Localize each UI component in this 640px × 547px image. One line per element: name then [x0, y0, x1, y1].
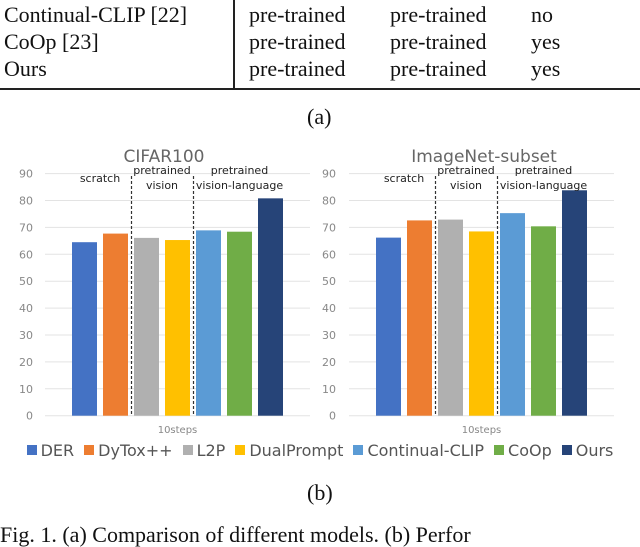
table-row-method: CoOp [23] [4, 29, 99, 54]
legend-swatch [235, 445, 246, 455]
legend-item-coop: CoOp [494, 441, 552, 460]
chart-legend: DER DyTox++ L2P DualPrompt Continual-CLIP CoO… [0, 441, 640, 460]
y-tick-label: 70 [19, 221, 33, 234]
y-tick-label: 60 [322, 248, 336, 261]
y-tick-label: 80 [322, 195, 336, 208]
table-cell: pre-trained [390, 56, 487, 81]
y-tick-label: 60 [19, 248, 33, 261]
bar-coop [531, 226, 556, 416]
table-cell: pre-trained [390, 29, 487, 54]
table-cell: yes [531, 56, 561, 81]
chart-cifar100: CIFAR1000102030405060708090 scratchpretra… [19, 147, 310, 436]
table-column-divider [233, 0, 235, 89]
y-tick-label: 90 [19, 168, 33, 181]
legend-item-dytox-: DyTox++ [84, 441, 173, 460]
legend-swatch [494, 445, 505, 455]
chart-imagenet-subset: ImageNet-subset0102030405060708090 scratc… [322, 147, 614, 436]
legend-item-dualprompt: DualPrompt [235, 441, 343, 460]
legend-item-der: DER [26, 441, 75, 460]
y-tick-label: 20 [322, 356, 336, 369]
bar-continual-clip [500, 213, 525, 416]
legend-label: Continual-CLIP [367, 441, 485, 460]
table-row-method: Ours [4, 56, 47, 81]
y-tick-label: 30 [322, 329, 336, 342]
table-cell: yes [531, 29, 561, 54]
y-tick-label: 20 [19, 356, 33, 369]
y-tick-label: 50 [322, 275, 336, 288]
legend-label: CoOp [508, 441, 552, 460]
y-tick-label: 40 [322, 302, 336, 315]
legend-label: DualPrompt [249, 441, 344, 460]
y-tick-label: 10 [19, 383, 33, 396]
table-bottom-rule [0, 88, 640, 90]
bar-dytox- [103, 233, 128, 416]
x-axis-label: 10steps [158, 425, 198, 436]
group-label: scratch [80, 172, 120, 185]
legend-item-l2p: L2P [182, 441, 226, 460]
subfigure-b-label: (b) [307, 480, 333, 505]
x-axis-label: 10steps [462, 425, 502, 436]
y-tick-label: 30 [19, 329, 33, 342]
group-label: vision [450, 179, 482, 192]
legend-swatch [561, 445, 572, 455]
table-cell: pre-trained [249, 2, 346, 27]
legend-swatch [182, 445, 193, 455]
group-label: scratch [384, 172, 424, 185]
y-tick-label: 70 [322, 221, 336, 234]
group-label: pretrained [437, 164, 494, 177]
group-label: pretrained [515, 164, 572, 177]
table-cell: no [531, 2, 553, 27]
bar-coop [227, 231, 252, 416]
legend-swatch [26, 445, 37, 455]
y-tick-label: 80 [19, 195, 33, 208]
y-tick-label: 90 [322, 168, 336, 181]
bar-ours [562, 190, 587, 416]
y-tick-label: 50 [19, 275, 33, 288]
legend-swatch [353, 445, 364, 455]
table-row-method: Continual-CLIP [22] [4, 2, 188, 27]
bar-dualprompt [469, 231, 494, 416]
legend-label: DER [40, 441, 75, 460]
subfigure-a-label: (a) [307, 104, 332, 129]
group-label: pretrained [133, 164, 190, 177]
legend-label: Ours [575, 441, 614, 460]
figure-caption: Fig. 1. (a) Comparison of different mode… [0, 522, 471, 547]
group-label: vision-language [500, 179, 587, 192]
y-tick-label: 0 [26, 410, 33, 423]
legend-item-ours: Ours [561, 441, 614, 460]
legend-label: L2P [196, 441, 226, 460]
y-tick-label: 0 [329, 410, 336, 423]
group-label: vision [146, 179, 178, 192]
bar-ours [258, 198, 283, 416]
bar-der [72, 242, 97, 416]
legend-item-continual-clip: Continual-CLIP [353, 441, 484, 460]
bar-der [376, 237, 401, 416]
bar-dytox- [407, 220, 432, 416]
bar-dualprompt [165, 240, 190, 416]
group-label: pretrained [211, 164, 268, 177]
bar-continual-clip [196, 230, 221, 416]
table-cell: pre-trained [249, 29, 346, 54]
y-tick-label: 40 [19, 302, 33, 315]
legend-swatch [84, 445, 95, 455]
y-tick-label: 10 [322, 383, 336, 396]
bar-l2p [134, 237, 159, 416]
legend-label: DyTox++ [98, 441, 173, 460]
group-label: vision-language [196, 179, 283, 192]
table-cell: pre-trained [249, 56, 346, 81]
bar-l2p [438, 219, 463, 416]
table-cell: pre-trained [390, 2, 487, 27]
